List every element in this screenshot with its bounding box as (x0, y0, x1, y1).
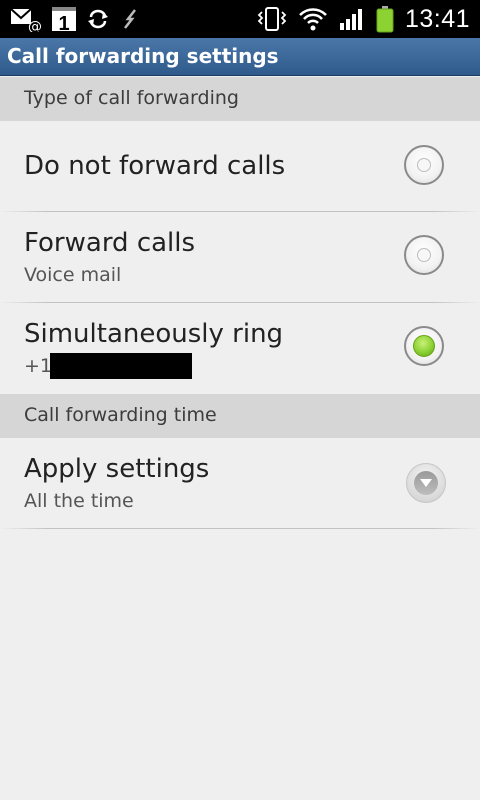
divider (0, 528, 480, 529)
signal-icon (339, 9, 362, 30)
option-label: Do not forward calls (24, 151, 286, 181)
status-bar-notifications: @ 1 (10, 5, 140, 35)
section-header-time: Call forwarding time (0, 394, 480, 438)
battery-icon (376, 6, 394, 33)
title-bar: Call forwarding settings (0, 38, 480, 76)
section-header-type: Type of call forwarding (0, 77, 480, 121)
option-label: Forward calls (24, 228, 196, 258)
dropdown-icon[interactable] (406, 463, 446, 503)
sync-icon (88, 9, 108, 29)
option-sublabel: All the time (24, 490, 134, 512)
option-sublabel: Voice mail (24, 264, 122, 286)
vibrate-icon (257, 7, 287, 31)
option-apply-settings[interactable]: Apply settings All the time (0, 438, 480, 528)
option-label: Simultaneously ring (24, 319, 284, 349)
option-sublabel: +1 (24, 355, 53, 377)
svg-text:@: @ (28, 19, 42, 32)
radio-forward-calls[interactable] (404, 235, 444, 275)
calendar-icon: 1 (52, 7, 76, 35)
page-title: Call forwarding settings (7, 44, 279, 68)
radio-do-not-forward[interactable] (404, 145, 444, 185)
usb-icon (124, 9, 136, 29)
status-bar: @ 1 13:41 (0, 0, 480, 38)
option-label: Apply settings (24, 454, 210, 484)
clock: 13:41 (404, 4, 470, 33)
wifi-icon (299, 8, 327, 31)
section-header-label: Call forwarding time (24, 404, 217, 426)
option-simultaneously-ring[interactable]: Simultaneously ring +1 (0, 303, 480, 393)
section-header-label: Type of call forwarding (24, 87, 239, 109)
email-icon: @ (10, 8, 42, 32)
option-do-not-forward[interactable]: Do not forward calls (0, 121, 480, 211)
radio-simultaneously-ring[interactable] (404, 326, 444, 366)
status-bar-system: 13:41 (257, 5, 470, 33)
redacted-phone-number (50, 353, 192, 379)
option-forward-calls[interactable]: Forward calls Voice mail (0, 212, 480, 302)
